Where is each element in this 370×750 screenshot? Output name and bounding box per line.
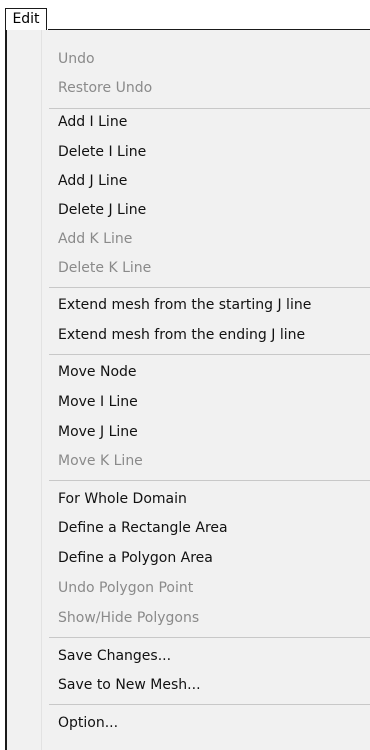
menu-item-extend-ending-j[interactable]: Extend mesh from the ending J line [58, 323, 305, 347]
menu-item-whole-domain[interactable]: For Whole Domain [58, 487, 187, 511]
menu-separator [49, 287, 370, 288]
menu-item-add-i-line[interactable]: Add I Line [58, 110, 127, 134]
menu-item-add-k-line[interactable]: Add K Line [58, 227, 132, 251]
edit-menu-title[interactable]: Edit [5, 8, 47, 30]
menu-item-rectangle-area[interactable]: Define a Rectangle Area [58, 516, 228, 540]
menu-item-delete-j-line[interactable]: Delete J Line [58, 198, 146, 222]
menu-item-delete-k-line[interactable]: Delete K Line [58, 256, 151, 280]
menu-item-move-node[interactable]: Move Node [58, 360, 137, 384]
menu-item-option[interactable]: Option... [58, 711, 118, 735]
menu-item-add-j-line[interactable]: Add J Line [58, 169, 127, 193]
menu-separator [49, 704, 370, 705]
menu-item-move-j-line[interactable]: Move J Line [58, 420, 138, 444]
menu-item-polygon-area[interactable]: Define a Polygon Area [58, 546, 213, 570]
menu-item-restore-undo[interactable]: Restore Undo [58, 76, 152, 100]
menu-separator [49, 480, 370, 481]
menu-item-move-i-line[interactable]: Move I Line [58, 390, 138, 414]
menu-item-move-k-line[interactable]: Move K Line [58, 449, 143, 473]
menu-item-show-hide-polygons[interactable]: Show/Hide Polygons [58, 606, 199, 630]
menu-item-save-new-mesh[interactable]: Save to New Mesh... [58, 673, 201, 697]
menu-item-delete-i-line[interactable]: Delete I Line [58, 140, 146, 164]
menu-separator [49, 108, 370, 109]
menu-item-extend-starting-j[interactable]: Extend mesh from the starting J line [58, 293, 311, 317]
menu-icon-gutter [7, 30, 42, 750]
edit-dropdown-menu: Undo Restore Undo Add I Line Delete I Li… [5, 30, 370, 750]
menu-item-undo-polygon-point[interactable]: Undo Polygon Point [58, 576, 193, 600]
menu-separator [49, 354, 370, 355]
menu-item-undo[interactable]: Undo [58, 47, 95, 71]
menu-item-save-changes[interactable]: Save Changes... [58, 644, 171, 668]
menu-bar: Edit [0, 0, 370, 31]
menu-separator [49, 637, 370, 638]
